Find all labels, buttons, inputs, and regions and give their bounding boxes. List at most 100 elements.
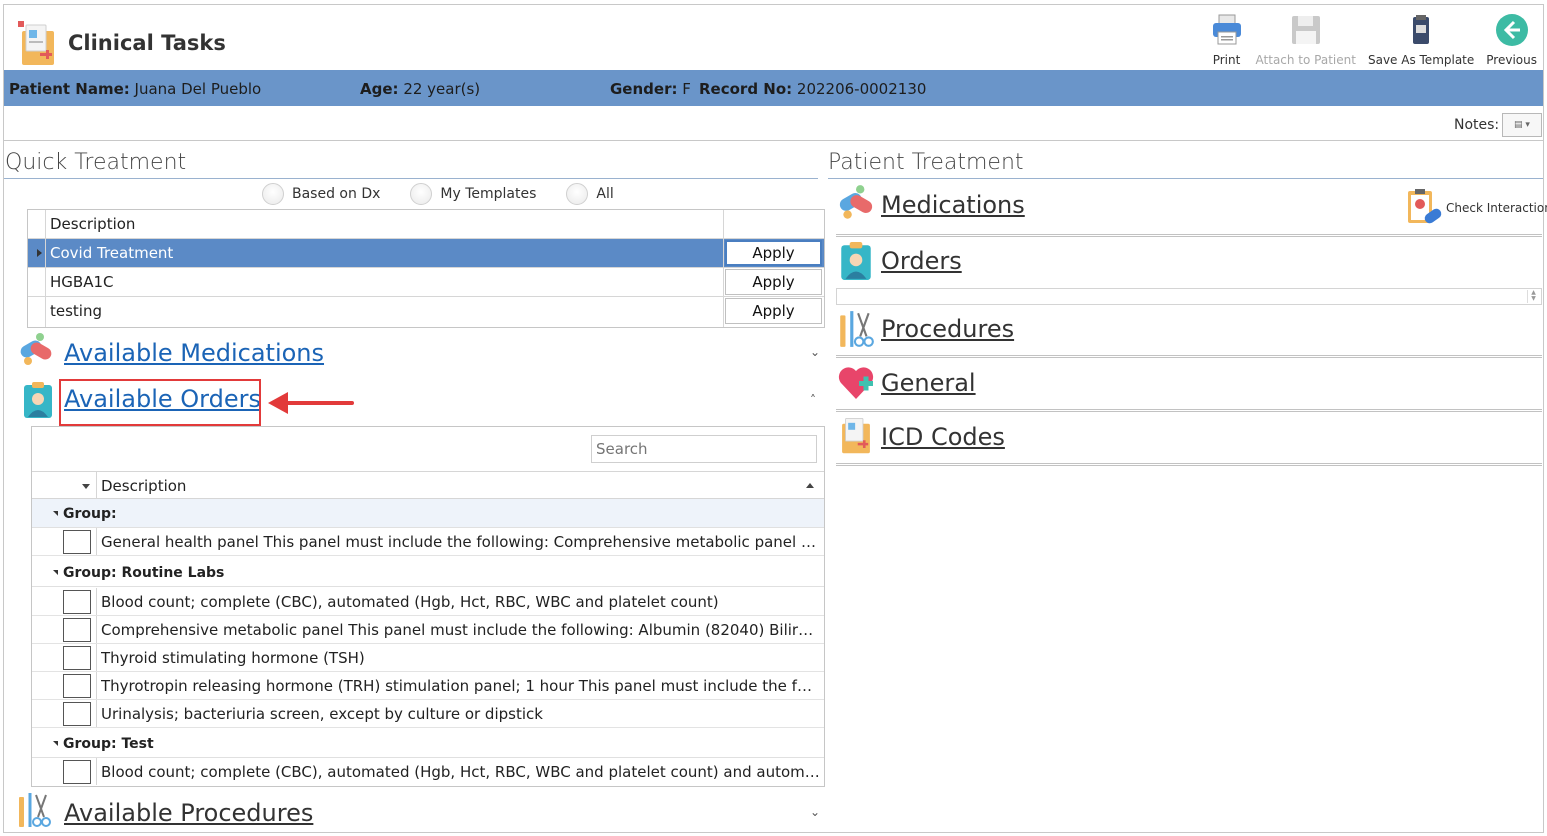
orders-list-box[interactable]: ▲ ▼	[836, 288, 1542, 305]
radio-based-on-dx[interactable]: Based on Dx	[262, 183, 380, 205]
sort-ascending-icon	[806, 483, 814, 488]
radio-circle	[566, 183, 589, 205]
icd-codes-icon	[842, 418, 870, 454]
divider	[836, 355, 1542, 358]
table-row[interactable]: Covid Treatment Apply	[28, 239, 824, 268]
save-template-icon	[1413, 15, 1430, 44]
quick-treatment-table: Description Covid Treatment Apply HGBA1C…	[27, 209, 825, 328]
procedures-link[interactable]: Procedures	[881, 315, 1014, 343]
table-header: Description	[28, 210, 824, 239]
order-checkbox[interactable]	[63, 674, 91, 698]
surgical-tools-icon	[19, 793, 51, 827]
order-checkbox[interactable]	[63, 590, 91, 614]
chevron-down-icon[interactable]: ⌄	[810, 345, 820, 359]
order-checkbox[interactable]	[63, 530, 91, 554]
divider	[4, 140, 1543, 141]
sort-dropdown-icon[interactable]	[82, 484, 90, 489]
chevron-down-icon[interactable]: ⌄	[810, 805, 820, 819]
pills-icon	[20, 333, 52, 365]
general-link[interactable]: General	[881, 369, 976, 397]
previous-button[interactable]: Previous	[1480, 5, 1543, 71]
list-item[interactable]: Blood count; complete (CBC), automated (…	[32, 758, 824, 786]
order-checkbox[interactable]	[63, 646, 91, 670]
collapse-icon[interactable]	[53, 570, 58, 575]
available-medications-link[interactable]: Available Medications	[64, 339, 324, 367]
group-header[interactable]: Group:	[32, 499, 824, 528]
apply-button[interactable]: Apply	[725, 269, 822, 295]
available-orders-grid: Description Group: General health panel …	[31, 426, 825, 787]
patient-gender: Gender: F	[610, 80, 691, 98]
floppy-disk-icon	[1291, 16, 1320, 44]
divider	[96, 644, 97, 671]
search-input[interactable]	[591, 435, 817, 463]
divider	[4, 178, 818, 179]
divider	[96, 616, 97, 643]
collapse-icon[interactable]	[53, 741, 58, 746]
row-indicator-icon	[37, 249, 42, 257]
radio-circle	[410, 183, 433, 205]
print-button[interactable]: Print	[1204, 5, 1250, 71]
divider	[96, 528, 97, 555]
group-header[interactable]: Group: Routine Labs	[32, 558, 824, 587]
order-checkbox[interactable]	[63, 760, 91, 784]
table-row[interactable]: testing Apply	[28, 297, 824, 326]
surgical-tools-icon	[840, 311, 874, 347]
divider	[828, 178, 1543, 179]
icd-codes-link[interactable]: ICD Codes	[881, 423, 1005, 451]
apply-button[interactable]: Apply	[725, 240, 822, 266]
patient-info-bar: Patient Name: Juana Del Pueblo Age: 22 y…	[4, 70, 1543, 106]
divider	[836, 463, 1542, 466]
collapse-icon[interactable]	[53, 511, 58, 516]
column-header-description[interactable]: Description	[101, 477, 186, 495]
pills-icon	[839, 185, 873, 219]
divider	[96, 472, 97, 499]
template-filter: Based on Dx My Templates All	[262, 183, 644, 205]
quick-treatment-title: Quick Treatment	[5, 150, 187, 175]
chevron-down-icon: ▾	[1525, 120, 1530, 130]
save-as-template-button[interactable]: Save As Template	[1362, 5, 1480, 71]
list-item[interactable]: Blood count; complete (CBC), automated (…	[32, 588, 824, 616]
annotation-arrow-icon	[268, 392, 354, 414]
radio-all[interactable]: All	[566, 183, 614, 205]
patient-treatment-title: Patient Treatment	[828, 150, 1024, 175]
order-checkbox[interactable]	[63, 702, 91, 726]
back-arrow-icon	[1495, 14, 1528, 46]
notes-dropdown[interactable]: ▤ ▾	[1502, 113, 1542, 137]
notes-icon: ▤	[1514, 120, 1523, 130]
radio-my-templates[interactable]: My Templates	[410, 183, 536, 205]
order-checkbox[interactable]	[63, 618, 91, 642]
list-item[interactable]: Urinalysis; bacteriuria screen, except b…	[32, 700, 824, 728]
apply-button[interactable]: Apply	[725, 298, 822, 324]
divider	[836, 409, 1542, 412]
radio-circle	[262, 183, 284, 205]
clipboard-doctor-icon	[841, 242, 871, 280]
available-procedures-link[interactable]: Available Procedures	[64, 799, 313, 827]
app-window: Clinical Tasks Print Attach to Patient S…	[3, 4, 1547, 833]
orders-link[interactable]: Orders	[881, 247, 962, 275]
group-header[interactable]: Group: Test	[32, 729, 824, 758]
heart-plus-icon	[838, 367, 874, 399]
toolbar: Print Attach to Patient Save As Template…	[1204, 5, 1543, 71]
patient-name: Patient Name: Juana Del Pueblo	[9, 80, 262, 98]
table-row[interactable]: HGBA1C Apply	[28, 268, 824, 297]
attach-to-patient-button[interactable]: Attach to Patient	[1250, 5, 1362, 71]
patient-age: Age: 22 year(s)	[360, 80, 481, 98]
list-item[interactable]: Comprehensive metabolic panel This panel…	[32, 616, 824, 644]
notes-label: Notes:	[1454, 117, 1500, 133]
list-item[interactable]: Thyroid stimulating hormone (TSH)	[32, 644, 824, 672]
page-title: Clinical Tasks	[68, 31, 226, 55]
divider	[96, 758, 97, 785]
spin-arrows-icon[interactable]: ▲ ▼	[1527, 290, 1539, 303]
divider	[836, 234, 1542, 237]
divider	[723, 210, 724, 327]
medications-link[interactable]: Medications	[881, 191, 1025, 219]
divider	[96, 700, 97, 727]
clipboard-doctor-icon	[24, 382, 52, 418]
check-interactions-icon[interactable]	[1404, 187, 1444, 227]
divider	[96, 672, 97, 699]
list-item[interactable]: Thyrotropin releasing hormone (TRH) stim…	[32, 672, 824, 700]
list-item[interactable]: General health panel This panel must inc…	[32, 528, 824, 556]
printer-icon	[1212, 14, 1241, 45]
chevron-up-icon[interactable]: ˄	[810, 393, 816, 407]
check-interactions-button[interactable]: Check Interactions	[1446, 201, 1547, 215]
